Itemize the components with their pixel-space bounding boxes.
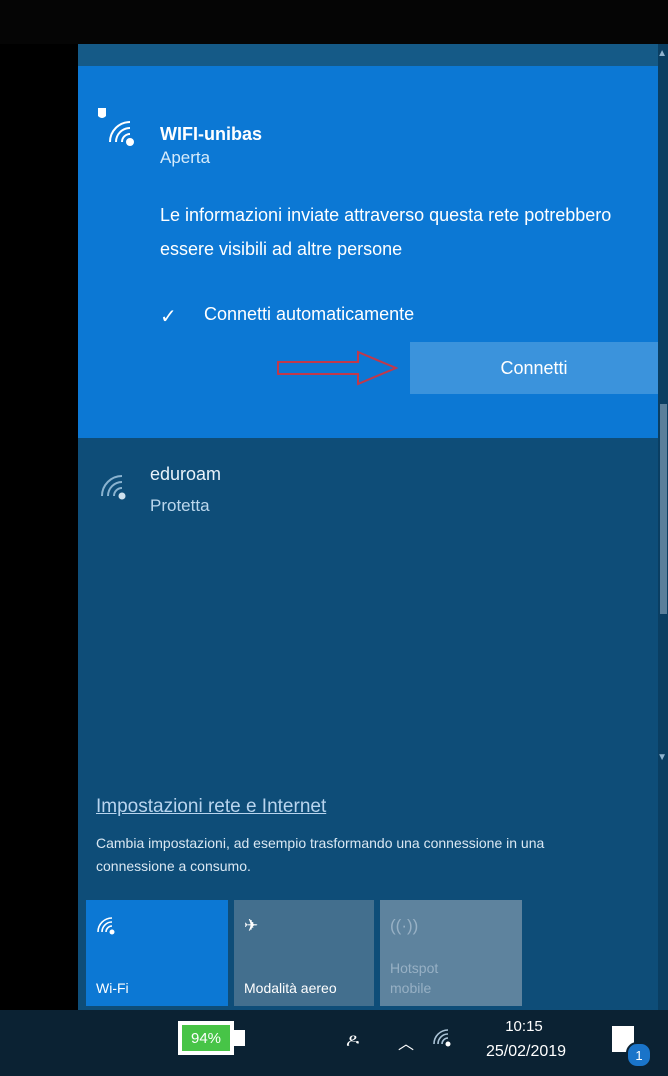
red-arrow-annotation [277, 350, 399, 386]
quick-action-mobile-hotspot[interactable]: ((·)) Hotspot mobile [380, 900, 522, 1006]
left-black-border [0, 44, 78, 1010]
hotspot-label-line2: mobile [390, 980, 432, 996]
secured-wifi-icon [94, 106, 140, 155]
auto-connect-label[interactable]: Connetti automaticamente [204, 304, 414, 325]
hotspot-icon: ((·)) [390, 916, 419, 935]
quick-action-airplane-mode[interactable]: ✈ Modalità aereo [234, 900, 374, 1006]
quick-action-label: Wi-Fi [96, 980, 129, 996]
chevron-up-icon[interactable]: ︿ [398, 1030, 414, 1054]
network-tray-icon[interactable] [432, 1028, 454, 1055]
wifi-icon [96, 916, 118, 941]
auto-connect-checkbox[interactable]: ✓ [160, 304, 177, 329]
hotspot-label-line1: Hotspot [390, 960, 439, 976]
scrollbar[interactable]: ▲ ▼ [657, 44, 668, 1010]
scrollbar-thumb[interactable] [660, 404, 667, 614]
clock-time[interactable]: 10:15 [494, 1018, 554, 1035]
network-status: Protetta [150, 496, 210, 515]
quick-action-label: Modalità aereo [244, 980, 337, 996]
connect-button[interactable]: Connetti [410, 342, 658, 394]
clock-date[interactable]: 25/02/2019 [476, 1043, 576, 1061]
network-settings-description: Cambia impostazioni, ad esempio trasform… [96, 835, 545, 874]
airplane-icon: ✈ [244, 916, 259, 935]
quick-action-wifi[interactable]: Wi-Fi [86, 900, 228, 1006]
wifi-icon [100, 474, 130, 507]
network-flyout: WIFI-unibas Aperta Le informazioni invia… [78, 44, 668, 1010]
scroll-down-icon[interactable]: ▼ [657, 752, 667, 763]
network-name: eduroam [150, 464, 222, 484]
people-icon[interactable]: ዶ [346, 1030, 359, 1051]
selected-network-name: WIFI-unibas [160, 124, 262, 144]
top-black-border [0, 0, 668, 44]
flyout-top-strip [78, 44, 668, 66]
selected-network-status: Aperta [160, 148, 211, 167]
selected-network-panel[interactable]: WIFI-unibas Aperta Le informazioni invia… [78, 66, 658, 438]
battery-tip [234, 1030, 245, 1046]
battery-indicator[interactable]: 94% [178, 1021, 234, 1055]
network-settings-link[interactable]: Impostazioni rete e Internet [96, 796, 326, 818]
scroll-up-icon[interactable]: ▲ [657, 48, 667, 59]
quick-action-label: Hotspot mobile [390, 958, 438, 998]
security-warning-text: Le informazioni inviate attraverso quest… [160, 205, 612, 259]
notification-count-badge: 1 [626, 1042, 652, 1068]
